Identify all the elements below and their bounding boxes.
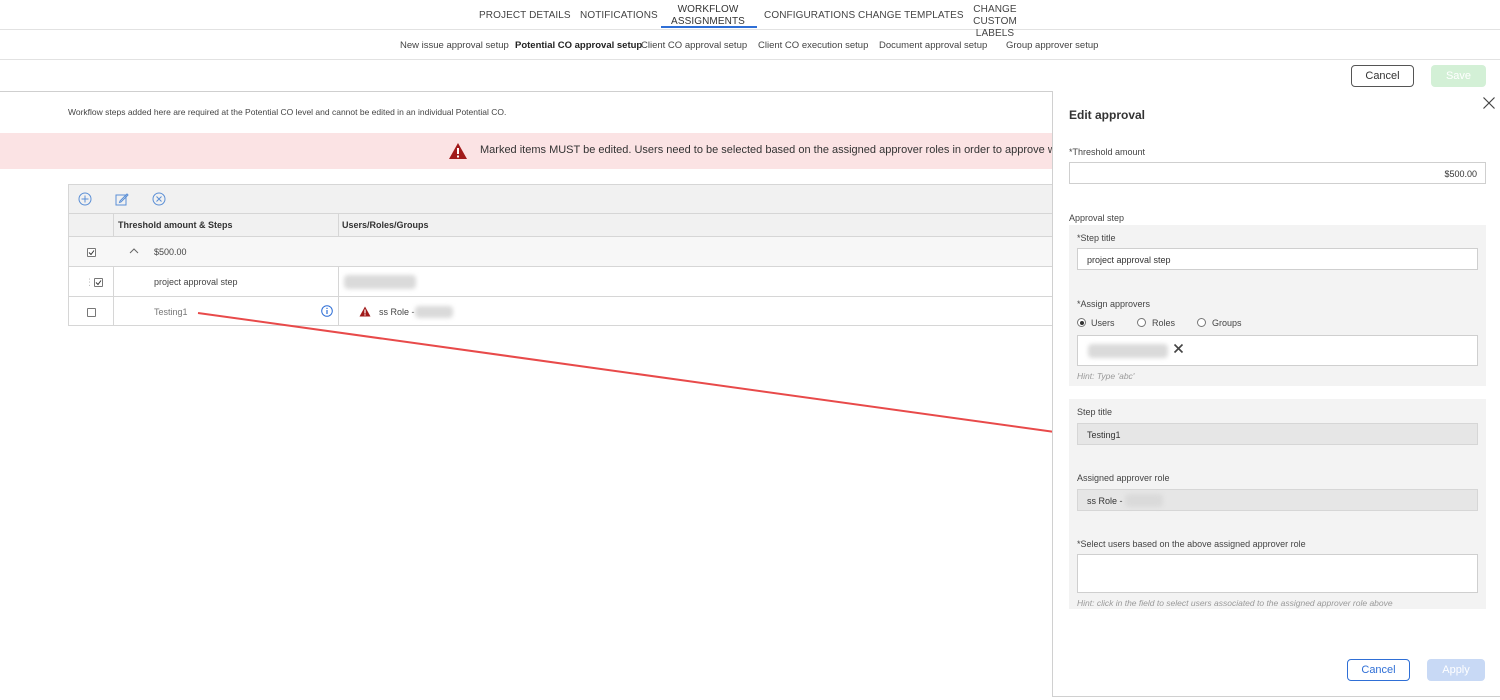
step-title-input[interactable]: project approval step: [1077, 248, 1478, 270]
radio-groups-label: Groups: [1212, 318, 1242, 328]
close-icon[interactable]: [1482, 96, 1496, 110]
role-value: ss Role -: [1087, 496, 1123, 506]
approval-step-section: *Step title project approval step *Assig…: [1069, 225, 1486, 386]
redacted-role-name: [1125, 494, 1163, 507]
remove-chip-icon[interactable]: [1173, 343, 1184, 354]
step-title-value: project approval step: [1087, 255, 1171, 265]
threshold-input[interactable]: $500.00: [1069, 162, 1486, 184]
step-title2-input: Testing1: [1077, 423, 1478, 445]
step-title2-label: Step title: [1077, 407, 1113, 417]
step-title2-value: Testing1: [1087, 430, 1121, 440]
threshold-value: $500.00: [1444, 169, 1477, 179]
role-step-section: Step title Testing1 Assigned approver ro…: [1069, 399, 1486, 609]
radio-roles[interactable]: [1137, 318, 1146, 327]
threshold-label: *Threshold amount: [1069, 147, 1146, 157]
apply-button[interactable]: Apply: [1427, 659, 1485, 681]
select-users-label: *Select users based on the above assigne…: [1077, 539, 1306, 549]
panel-title: Edit approval: [1069, 108, 1146, 122]
assign-approvers-label: *Assign approvers: [1077, 299, 1151, 309]
hint-abc: Hint: Type 'abc': [1077, 371, 1135, 381]
panel-cancel-button[interactable]: Cancel: [1347, 659, 1410, 681]
app-root: PROJECT DETAILS NOTIFICATIONS WORKFLOW A…: [0, 0, 1500, 700]
edit-approval-panel: Edit approval *Threshold amount $500.00 …: [1052, 91, 1500, 697]
radio-roles-label: Roles: [1152, 318, 1176, 328]
radio-users[interactable]: [1077, 318, 1086, 327]
redacted-user-chip: [1088, 344, 1168, 358]
role-label: Assigned approver role: [1077, 473, 1170, 483]
role-input: ss Role -: [1077, 489, 1478, 511]
step-title-label: *Step title: [1077, 233, 1116, 243]
select-users-hint: Hint: click in the field to select users…: [1077, 598, 1393, 608]
approvers-input[interactable]: [1077, 335, 1478, 366]
approval-step-label: Approval step: [1069, 213, 1125, 223]
radio-users-label: Users: [1091, 318, 1115, 328]
select-users-input[interactable]: [1077, 554, 1478, 593]
radio-groups[interactable]: [1197, 318, 1206, 327]
